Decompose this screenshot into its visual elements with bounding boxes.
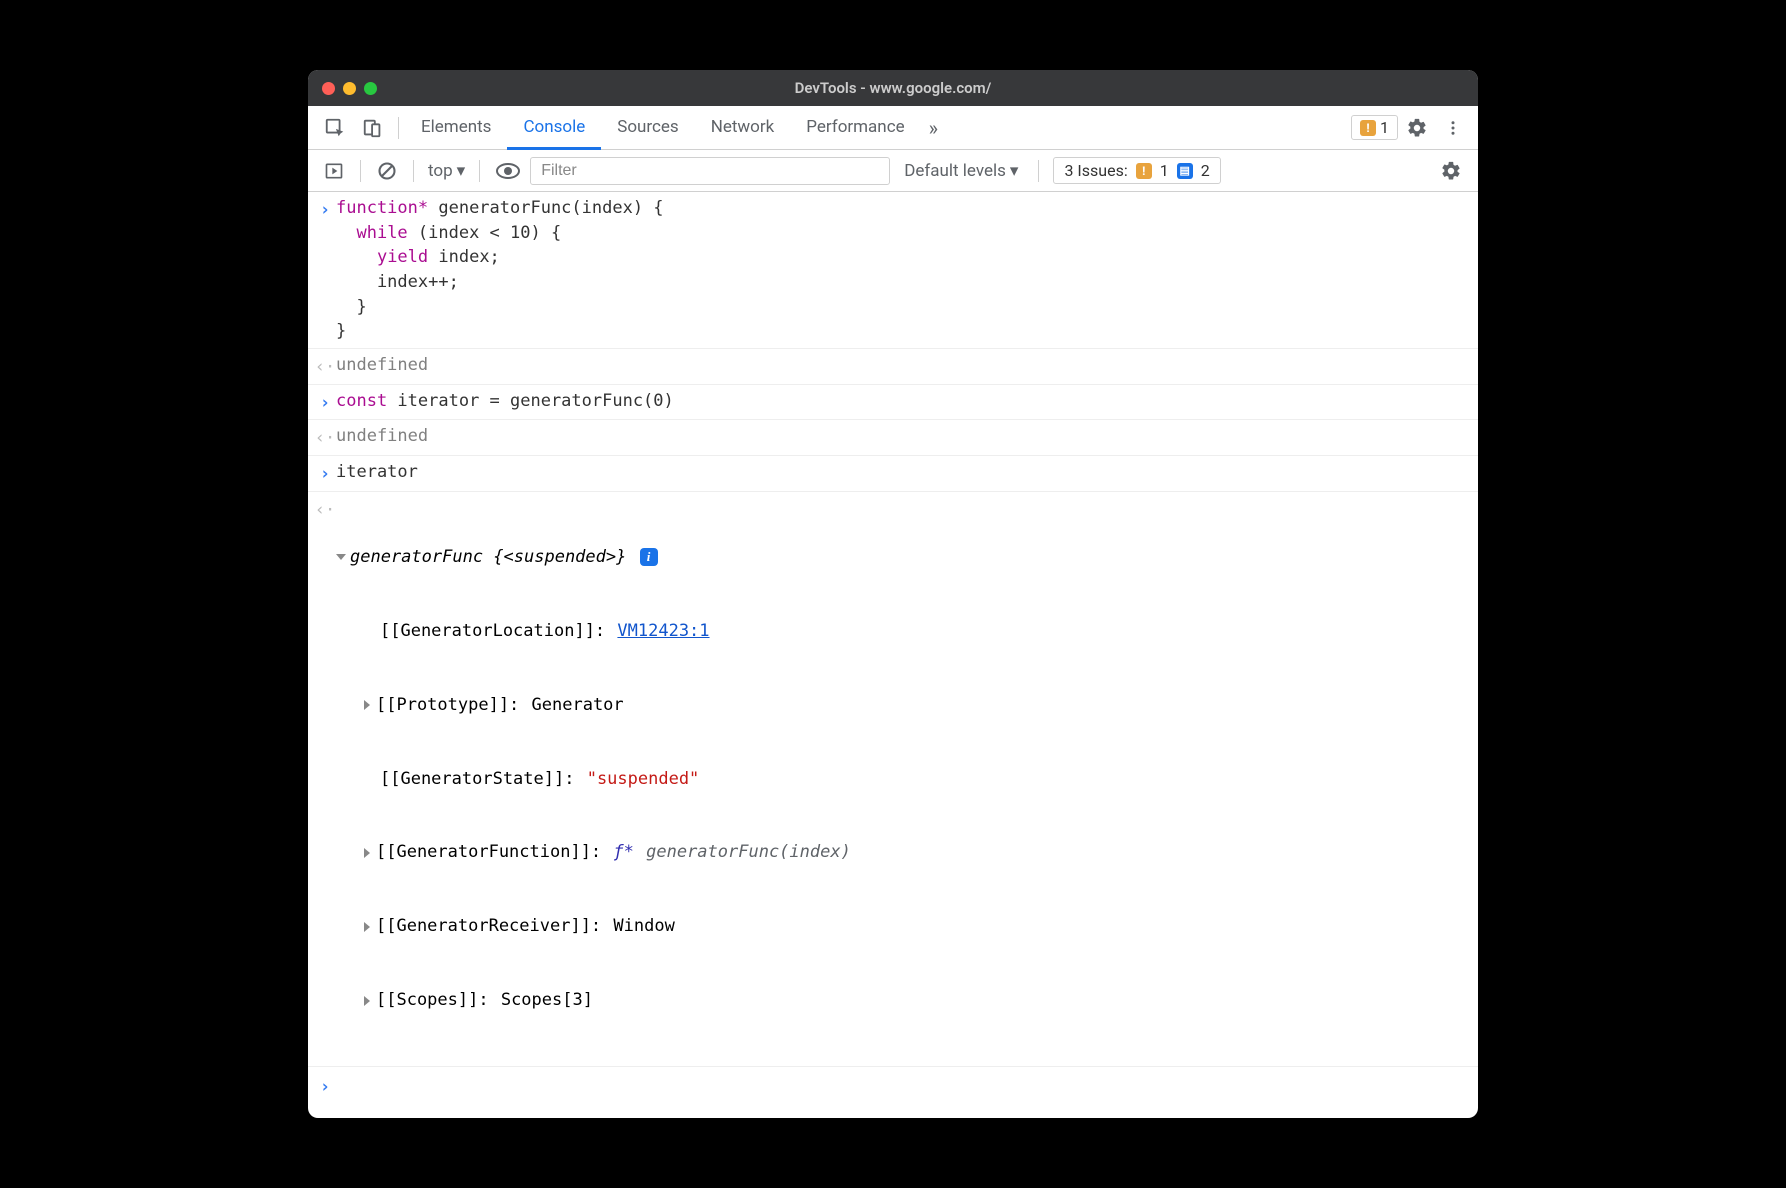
context-selector[interactable]: top ▾ [422, 161, 471, 181]
object-header[interactable]: generatorFunc {<suspended>} i [336, 545, 1468, 570]
object-property[interactable]: [[Prototype]]: Generator [336, 693, 1468, 718]
sidebar-toggle-icon[interactable] [316, 155, 352, 187]
issues-count: 1 [1380, 118, 1389, 137]
clear-console-icon[interactable] [369, 155, 405, 187]
chevron-left-icon: ‹· [315, 426, 335, 451]
expand-toggle-icon[interactable] [364, 922, 370, 932]
expand-toggle-icon[interactable] [364, 996, 370, 1006]
minimize-icon[interactable] [343, 82, 356, 95]
warning-icon: ! [1360, 120, 1376, 136]
source-link[interactable]: VM12423:1 [617, 619, 709, 644]
chevron-left-icon: ‹· [315, 498, 335, 1063]
console-output-row: ‹· undefined [308, 349, 1478, 385]
chevron-right-icon: › [320, 1075, 330, 1100]
device-toggle-icon[interactable] [354, 111, 392, 145]
inspect-icon[interactable] [316, 111, 354, 145]
filter-input[interactable] [530, 157, 890, 185]
tab-console[interactable]: Console [507, 107, 601, 150]
console-input-row[interactable]: › function* generatorFunc(index) { while… [308, 192, 1478, 349]
expand-toggle-icon[interactable] [364, 848, 370, 858]
issues-pill[interactable]: 3 Issues: ! 1 ▤ 2 [1053, 157, 1220, 184]
tab-network[interactable]: Network [695, 107, 791, 150]
settings-icon[interactable] [1398, 111, 1436, 145]
tab-elements[interactable]: Elements [405, 107, 507, 150]
expand-toggle-icon[interactable] [336, 554, 346, 560]
chevron-right-icon: › [320, 462, 330, 487]
log-level-selector[interactable]: Default levels ▾ [892, 161, 1030, 181]
titlebar: DevTools - www.google.com/ [308, 70, 1478, 106]
more-tabs-icon[interactable]: » [921, 110, 946, 146]
info-icon[interactable]: i [640, 548, 658, 566]
object-property[interactable]: [[GeneratorState]]: "suspended" [336, 767, 1468, 792]
chevron-left-icon: ‹· [315, 355, 335, 380]
window-title: DevTools - www.google.com/ [795, 79, 992, 97]
console-settings-icon[interactable] [1432, 154, 1470, 188]
main-tab-bar: Elements Console Sources Network Perform… [308, 106, 1478, 150]
kebab-menu-icon[interactable] [1436, 111, 1470, 145]
chevron-down-icon: ▾ [1010, 161, 1019, 181]
chevron-right-icon: › [320, 198, 330, 344]
console-output-object: ‹· generatorFunc {<suspended>} i [[Gener… [308, 492, 1478, 1068]
tab-sources[interactable]: Sources [601, 107, 694, 150]
console-output: › function* generatorFunc(index) { while… [308, 192, 1478, 1118]
live-expression-icon[interactable] [488, 155, 528, 187]
object-property[interactable]: [[GeneratorLocation]]: VM12423:1 [336, 619, 1468, 644]
maximize-icon[interactable] [364, 82, 377, 95]
expand-toggle-icon[interactable] [364, 700, 370, 710]
console-toolbar: top ▾ Default levels ▾ 3 Issues: ! 1 ▤ 2 [308, 150, 1478, 192]
warning-icon: ! [1136, 163, 1152, 179]
close-icon[interactable] [322, 82, 335, 95]
info-icon: ▤ [1177, 163, 1193, 179]
console-prompt[interactable]: › [308, 1067, 1478, 1118]
tab-performance[interactable]: Performance [790, 107, 920, 150]
object-property[interactable]: [[GeneratorReceiver]]: Window [336, 914, 1468, 939]
chevron-down-icon: ▾ [457, 161, 466, 181]
issues-badge-top[interactable]: ! 1 [1351, 115, 1398, 140]
console-input-row[interactable]: › const iterator = generatorFunc(0) [308, 385, 1478, 421]
devtools-window: DevTools - www.google.com/ Elements Cons… [308, 70, 1478, 1118]
object-property[interactable]: [[Scopes]]: Scopes[3] [336, 988, 1468, 1013]
code-block: function* generatorFunc(index) { while (… [336, 196, 1468, 344]
console-output-row: ‹· undefined [308, 420, 1478, 456]
object-property[interactable]: [[GeneratorFunction]]: ƒ* generatorFunc(… [336, 840, 1468, 865]
chevron-right-icon: › [320, 391, 330, 416]
traffic-lights [322, 82, 377, 95]
console-input-row[interactable]: › iterator [308, 456, 1478, 492]
